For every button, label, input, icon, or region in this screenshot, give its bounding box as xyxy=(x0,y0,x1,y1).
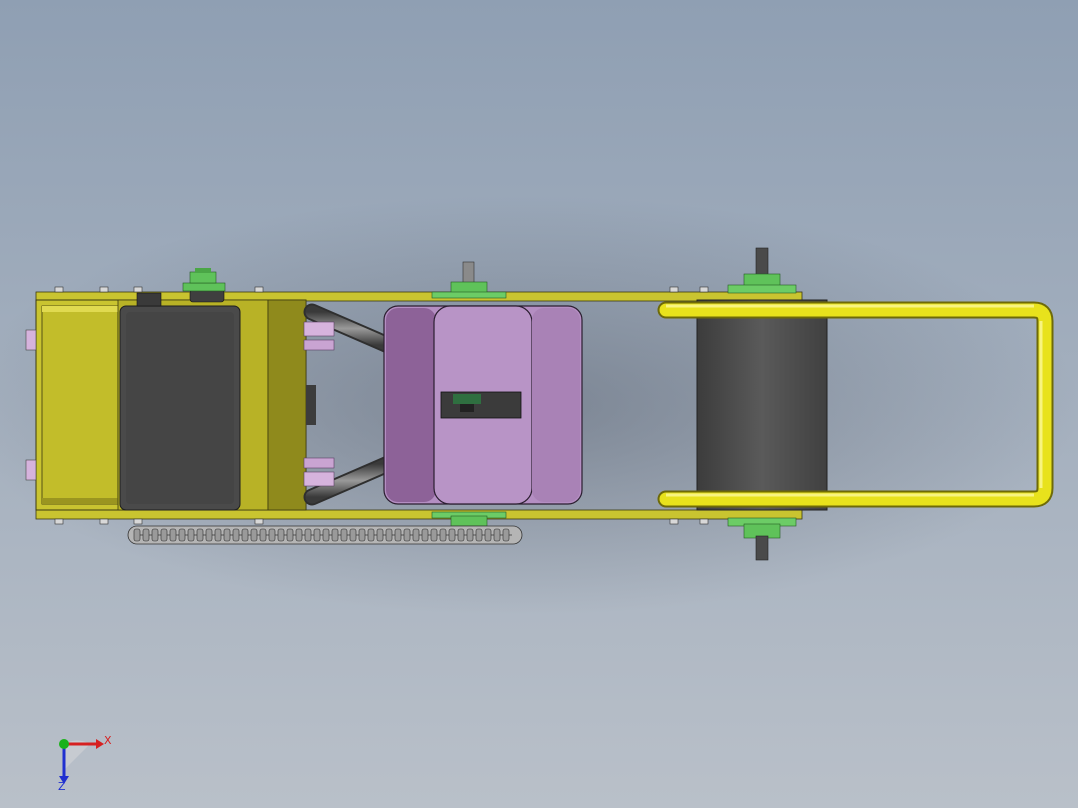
chain-link xyxy=(304,528,312,542)
chain-link xyxy=(403,528,411,542)
chain-link xyxy=(169,528,177,542)
chain-link xyxy=(232,528,240,542)
chain-link xyxy=(268,528,276,542)
chain-link xyxy=(340,528,348,542)
chain-link xyxy=(367,528,375,542)
chain-link xyxy=(430,528,438,542)
chain-link xyxy=(448,528,456,542)
chain-link xyxy=(484,528,492,542)
chain-link xyxy=(178,528,186,542)
chain-link xyxy=(277,528,285,542)
chain-link xyxy=(376,528,384,542)
chain-link xyxy=(286,528,294,542)
engine-block[interactable] xyxy=(119,289,241,511)
chain-link xyxy=(250,528,258,542)
chain-link xyxy=(196,528,204,542)
chain-link xyxy=(241,528,249,542)
chain-link xyxy=(214,528,222,542)
chain-link xyxy=(295,528,303,542)
chain-link xyxy=(259,528,267,542)
chain-link xyxy=(439,528,447,542)
chain-link xyxy=(385,528,393,542)
chain-link xyxy=(187,528,195,542)
x-axis-label: X xyxy=(104,734,112,747)
cad-viewport[interactable]: X Z xyxy=(0,0,1078,808)
chain-link xyxy=(205,528,213,542)
chain-link xyxy=(349,528,357,542)
chain-link xyxy=(142,528,150,542)
chain-link xyxy=(394,528,402,542)
chain-link xyxy=(313,528,321,542)
chain-link xyxy=(502,528,510,542)
chain-link xyxy=(331,528,339,542)
chain-link xyxy=(133,528,141,542)
z-axis-label: Z xyxy=(58,780,66,793)
drive-chain xyxy=(127,525,523,545)
chain-link xyxy=(151,528,159,542)
gearbox[interactable] xyxy=(383,305,583,505)
chain-link xyxy=(223,528,231,542)
chain-link xyxy=(493,528,501,542)
chain-link xyxy=(160,528,168,542)
model-canvas[interactable]: X Z xyxy=(0,0,1078,808)
chain-link xyxy=(421,528,429,542)
chain-link xyxy=(466,528,474,542)
chain-link xyxy=(358,528,366,542)
chain-link xyxy=(457,528,465,542)
chain-link xyxy=(412,528,420,542)
chain-link xyxy=(322,528,330,542)
chain-link xyxy=(475,528,483,542)
